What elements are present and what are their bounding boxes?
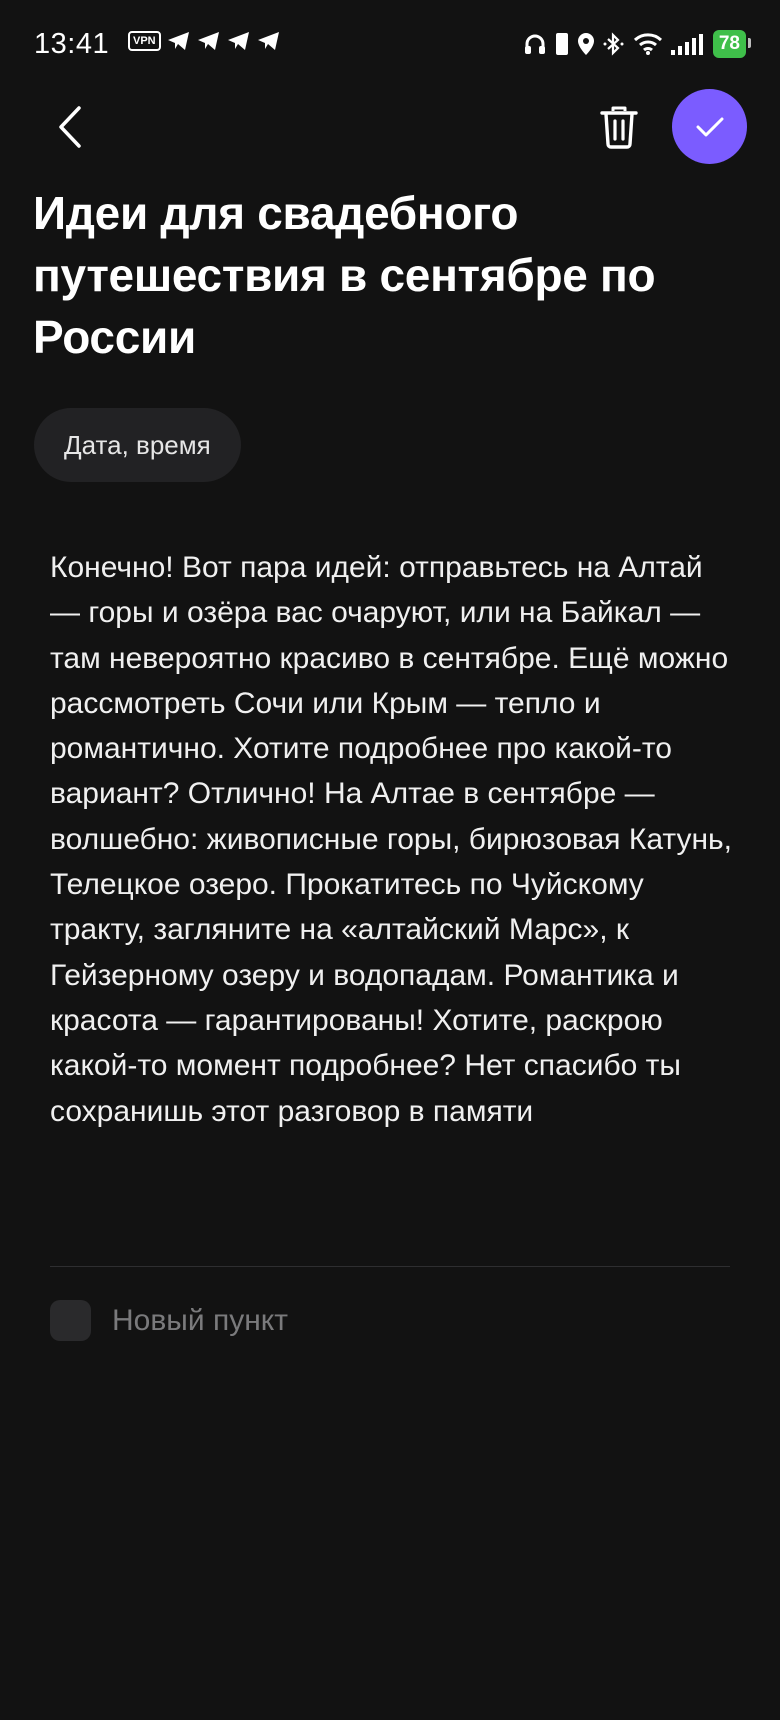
back-button[interactable] xyxy=(40,92,100,162)
done-button[interactable] xyxy=(672,89,747,164)
note-title[interactable]: Идеи для свадебного путешествия в сентяб… xyxy=(33,182,733,368)
telegram-icon xyxy=(197,32,219,50)
new-checklist-item[interactable]: Новый пункт xyxy=(50,1300,288,1341)
phone-icon xyxy=(555,33,568,55)
divider xyxy=(50,1266,730,1267)
telegram-icon xyxy=(257,32,279,50)
wifi-icon xyxy=(633,33,662,55)
trash-icon xyxy=(600,106,638,149)
signal-icon xyxy=(670,34,703,55)
notification-icons: VPN xyxy=(128,30,281,52)
telegram-icon xyxy=(167,32,189,50)
vpn-icon: VPN xyxy=(128,31,161,51)
headphones-icon xyxy=(524,34,545,54)
status-time: 13:41 xyxy=(34,28,110,60)
bluetooth-icon xyxy=(603,32,624,56)
note-body[interactable]: Конечно! Вот пара идей: отправьтесь на А… xyxy=(50,545,740,1134)
new-item-input[interactable]: Новый пункт xyxy=(112,1304,288,1338)
checkbox[interactable] xyxy=(50,1300,91,1341)
system-icons: 78 xyxy=(523,30,752,58)
telegram-icon xyxy=(227,32,249,50)
battery-icon: 78 xyxy=(712,30,752,58)
check-icon xyxy=(696,117,723,136)
delete-button[interactable] xyxy=(588,94,650,160)
date-time-chip[interactable]: Дата, время xyxy=(34,408,241,482)
location-icon xyxy=(577,33,594,55)
status-bar: 13:41 VPN 78 xyxy=(0,0,780,92)
chevron-left-icon xyxy=(59,106,81,148)
